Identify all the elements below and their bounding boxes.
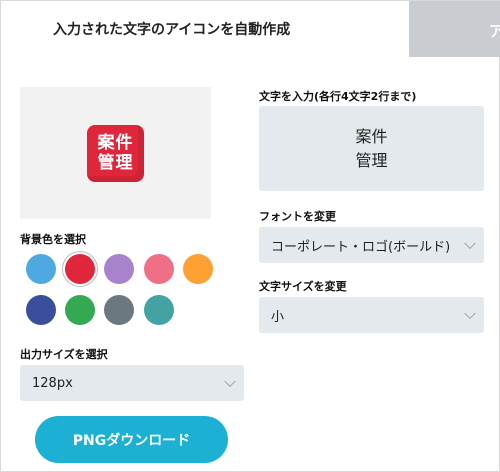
icon-preview: 案件 管理 — [20, 87, 211, 219]
icon-text-input[interactable]: 案件 管理 — [259, 106, 484, 191]
swatch-light-blue[interactable] — [26, 254, 56, 284]
swatch-orange[interactable] — [183, 254, 213, 284]
output-size-select[interactable]: 128px — [20, 365, 244, 401]
chevron-down-icon — [224, 375, 236, 388]
swatch-navy[interactable] — [26, 295, 56, 325]
font-label: フォントを変更 — [259, 210, 336, 223]
font-select[interactable]: コーポレート・ロゴ(ボールド) — [259, 227, 484, 263]
swatch-slate-gray[interactable] — [104, 295, 134, 325]
generated-icon-line2: 管理 — [97, 153, 134, 173]
font-size-value: 小 — [271, 309, 285, 325]
generated-icon: 案件 管理 — [87, 124, 144, 182]
chevron-down-icon — [464, 237, 476, 250]
tab-other[interactable]: ア — [409, 1, 500, 57]
chevron-down-icon — [464, 307, 476, 320]
font-value: コーポレート・ロゴ(ボールド) — [271, 239, 451, 255]
icon-text-line1: 案件 — [355, 126, 388, 146]
swatch-pink[interactable] — [144, 254, 174, 284]
png-download-label: PNGダウンロード — [72, 432, 191, 449]
output-size-label: 出力サイズを選択 — [20, 348, 108, 361]
swatch-teal[interactable] — [144, 295, 174, 325]
png-download-button[interactable]: PNGダウンロード — [35, 416, 228, 463]
swatch-green[interactable] — [65, 295, 95, 325]
tab-auto-create-label: 入力された文字のアイコンを自動作成 — [53, 22, 291, 38]
swatch-red[interactable] — [65, 254, 95, 284]
icon-generator-panel: 入力された文字のアイコンを自動作成 ア 案件 管理 背景色を選択 出力サイズを選… — [0, 0, 500, 472]
generated-icon-line1: 案件 — [97, 133, 134, 153]
font-size-label: 文字サイズを変更 — [259, 280, 347, 293]
text-input-label: 文字を入力(各行4文字2行まで) — [259, 90, 417, 103]
output-size-value: 128px — [32, 375, 73, 391]
background-color-label: 背景色を選択 — [20, 233, 86, 246]
tab-other-label: ア — [489, 22, 500, 40]
tab-auto-create[interactable]: 入力された文字のアイコンを自動作成 — [1, 1, 409, 57]
swatch-purple[interactable] — [104, 254, 134, 284]
icon-text-line2: 管理 — [355, 150, 388, 170]
font-size-select[interactable]: 小 — [259, 297, 484, 333]
